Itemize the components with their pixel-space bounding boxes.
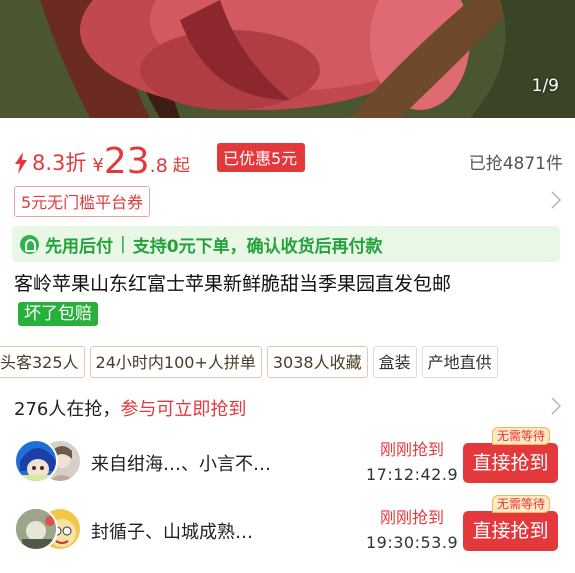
tag-origin-direct: 产地直供: [421, 346, 498, 378]
lightning-icon: [15, 152, 27, 174]
chevron-right-icon[interactable]: [551, 397, 561, 415]
tag-repeat-customers: 头客325人: [0, 346, 85, 378]
group-count: 276人在抢，: [14, 399, 121, 420]
guarantee-tag: 坏了包赔: [18, 302, 98, 326]
product-image[interactable]: 1/9: [0, 0, 575, 118]
coupon-button[interactable]: 5元无门槛平台券: [14, 186, 151, 217]
product-info-card: 8.3折 ¥ 23 .8 起 已优惠5元 已抢4871件 5元无门槛平台券 先用…: [0, 118, 575, 573]
saved-badge: 已优惠5元: [217, 143, 306, 172]
avatar-group: [14, 507, 82, 551]
tag-boxed: 盒装: [372, 346, 417, 378]
pay-later-banner[interactable]: 先用后付 | 支持0元下单，确认收货后再付款: [12, 226, 560, 262]
participant-names: 来自绀海…、小言不…: [91, 454, 271, 475]
group-buy-row: 来自绀海…、小言不… 刚刚抢到 17:12:42.9 直接抢到 无需等待: [14, 427, 562, 493]
avatar: [14, 507, 58, 551]
currency-symbol: ¥: [92, 155, 104, 176]
group-buy-summary[interactable]: 276人在抢，参与可立即抢到: [14, 395, 246, 421]
tag-group-orders: 24小时内100+人拼单: [89, 346, 262, 378]
pay-later-icon: [20, 234, 39, 254]
sold-count: 已抢4871件: [468, 154, 563, 174]
group-cta: 参与可立即抢到: [120, 399, 247, 420]
participant-names: 封循子、山城成熟…: [91, 522, 253, 543]
group-buy-row: 封循子、山城成熟… 刚刚抢到 19:30:53.9 直接抢到 无需等待: [14, 495, 562, 561]
join-group-button[interactable]: 直接抢到: [463, 443, 558, 483]
grab-time: 19:30:53.9: [366, 533, 459, 552]
apple-photo: [0, 0, 575, 118]
price-integer: 23: [103, 141, 150, 182]
feature-tags: 头客325人 24小时内100+人拼单 3038人收藏 盒装 产地直供: [0, 346, 498, 378]
chevron-right-icon[interactable]: [551, 191, 561, 209]
no-wait-tag: 无需等待: [492, 427, 551, 445]
grab-status: 刚刚抢到: [380, 440, 445, 459]
pay-later-title: 先用后付: [45, 236, 113, 257]
no-wait-tag: 无需等待: [492, 495, 551, 513]
price-decimal: .8: [149, 155, 168, 177]
grab-time: 17:12:42.9: [366, 465, 459, 484]
pay-later-separator: |: [120, 234, 126, 254]
avatar-group: [14, 439, 82, 483]
tag-favorites: 3038人收藏: [266, 346, 368, 378]
product-title-text: 客岭苹果山东红富士苹果新鲜脆甜当季果园直发包邮: [14, 273, 452, 295]
price-suffix: 起: [172, 156, 190, 176]
price-row: 8.3折 ¥ 23 .8 起: [14, 140, 190, 180]
avatar: [14, 439, 58, 483]
join-group-button[interactable]: 直接抢到: [463, 511, 558, 551]
discount-text: 8.3折: [32, 151, 87, 175]
pay-later-desc: 支持0元下单，确认收货后再付款: [132, 236, 383, 257]
product-title: 客岭苹果山东红富士苹果新鲜脆甜当季果园直发包邮坏了包赔: [14, 269, 484, 329]
image-counter: 1/9: [531, 76, 559, 96]
grab-status: 刚刚抢到: [380, 508, 445, 527]
